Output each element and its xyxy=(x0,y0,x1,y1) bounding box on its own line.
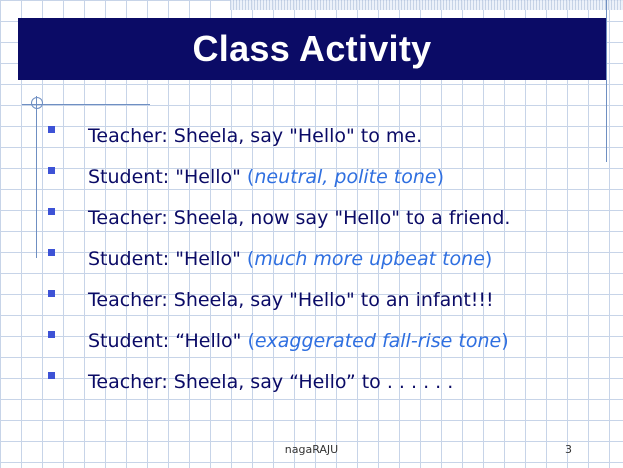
tone-note-close: ) xyxy=(436,165,445,188)
square-bullet-icon xyxy=(48,126,55,133)
list-item: Teacher: Sheela, say “Hello” to . . . . … xyxy=(46,361,606,402)
square-bullet-icon xyxy=(48,167,55,174)
bullet-main-text: Student: “Hello" xyxy=(88,329,248,352)
square-bullet-icon xyxy=(48,249,55,256)
slide: Class Activity Teacher: Sheela, say "Hel… xyxy=(0,0,623,468)
bullet-main-text: Student: "Hello" xyxy=(88,247,247,270)
bullet-text: Teacher: Sheela, say “Hello” to . . . . … xyxy=(88,371,453,393)
tone-note: much more upbeat tone xyxy=(254,247,485,270)
bullet-main-text: Teacher: Sheela, now say "Hello" to a fr… xyxy=(88,206,511,229)
list-item: Student: "Hello" (neutral, polite tone) xyxy=(46,156,606,197)
list-item: Student: "Hello" (much more upbeat tone) xyxy=(46,238,606,279)
tone-note-open: ( xyxy=(247,329,255,352)
square-bullet-icon xyxy=(48,208,55,215)
bullet-list: Teacher: Sheela, say "Hello" to me. Stud… xyxy=(46,115,606,402)
decorative-vertical-rule xyxy=(36,96,37,258)
bullet-main-text: Teacher: Sheela, say “Hello” to . . . . … xyxy=(88,370,454,393)
list-item: Student: “Hello" (exaggerated fall-rise … xyxy=(46,320,606,361)
square-bullet-icon xyxy=(48,331,55,338)
title-bar: Class Activity xyxy=(18,18,606,80)
list-item: Teacher: Sheela, now say "Hello" to a fr… xyxy=(46,197,606,238)
bullet-text: Student: "Hello" (neutral, polite tone) xyxy=(88,166,444,188)
square-bullet-icon xyxy=(48,372,55,379)
bullet-text: Student: "Hello" (much more upbeat tone) xyxy=(88,248,492,270)
tone-note: neutral, polite tone xyxy=(254,165,437,188)
tone-note: exaggerated fall-rise tone xyxy=(254,329,502,352)
crosshair-circle-icon xyxy=(31,97,43,109)
bullet-main-text: Teacher: Sheela, say "Hello" to an infan… xyxy=(88,288,494,311)
bullet-text: Teacher: Sheela, say "Hello" to an infan… xyxy=(88,289,494,311)
bullet-text: Student: “Hello" (exaggerated fall-rise … xyxy=(88,330,509,352)
decorative-top-strip xyxy=(230,0,623,10)
bullet-main-text: Student: "Hello" xyxy=(88,165,247,188)
bullet-text: Teacher: Sheela, say "Hello" to me. xyxy=(88,125,422,147)
page-number: 3 xyxy=(565,443,572,456)
list-item: Teacher: Sheela, say "Hello" to me. xyxy=(46,115,606,156)
bullet-main-text: Teacher: Sheela, say "Hello" to me. xyxy=(88,124,423,147)
tone-note-close: ) xyxy=(484,247,493,270)
slide-title: Class Activity xyxy=(192,28,432,69)
list-item: Teacher: Sheela, say "Hello" to an infan… xyxy=(46,279,606,320)
square-bullet-icon xyxy=(48,290,55,297)
decorative-vertical-line xyxy=(606,0,607,162)
footer-author: nagaRAJU xyxy=(284,443,339,456)
tone-note-close: ) xyxy=(501,329,509,352)
bullet-text: Teacher: Sheela, now say "Hello" to a fr… xyxy=(88,207,510,229)
